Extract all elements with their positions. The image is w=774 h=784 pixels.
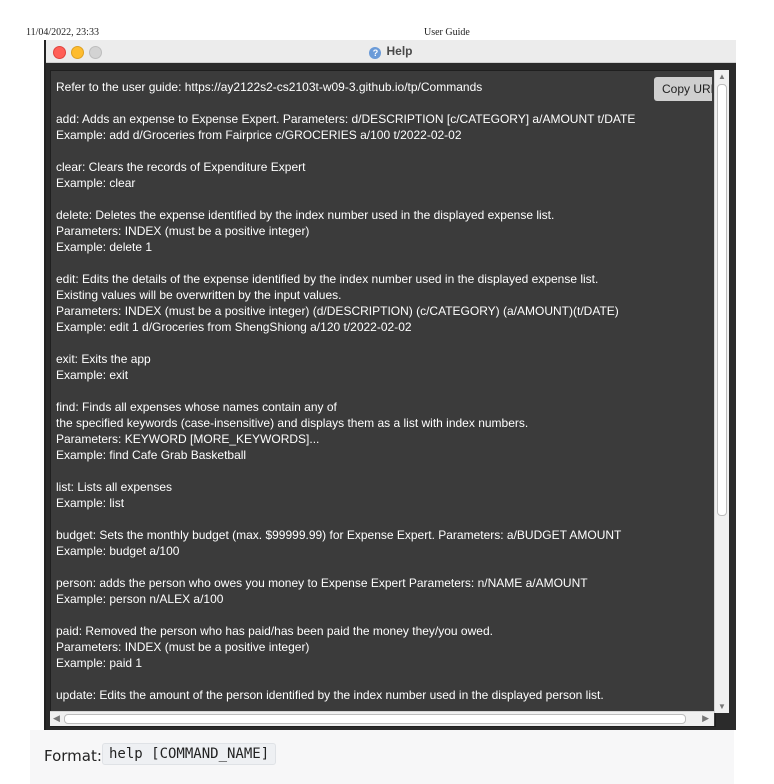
print-header: 11/04/2022, 23:33 User Guide bbox=[0, 22, 774, 38]
help-text-line: person: adds the person who owes you mon… bbox=[56, 576, 588, 590]
help-text-line: budget: Sets the monthly budget (max. $9… bbox=[56, 528, 622, 542]
help-text-line bbox=[56, 255, 696, 271]
help-text-line: list: Lists all expenses bbox=[56, 480, 173, 494]
help-text-area: Refer to the user guide: https://ay2122s… bbox=[56, 79, 696, 703]
copy-url-button[interactable]: Copy URL bbox=[654, 77, 712, 101]
help-content-pane[interactable]: Refer to the user guide: https://ay2122s… bbox=[50, 70, 716, 727]
vertical-scroll-thumb[interactable] bbox=[717, 84, 727, 516]
horizontal-scrollbar[interactable]: ◀ ▶ bbox=[50, 711, 714, 726]
format-bar: Format: help [COMMAND_NAME] bbox=[30, 730, 734, 784]
help-window: ? Help Refer to the user guide: https://a… bbox=[44, 40, 736, 730]
format-label: Format: bbox=[44, 747, 102, 765]
help-text-line bbox=[56, 463, 696, 479]
help-text-line: delete: Deletes the expense identified b… bbox=[56, 208, 555, 222]
print-doc-title: User Guide bbox=[424, 27, 470, 38]
scroll-up-arrow-icon[interactable]: ▲ bbox=[718, 72, 726, 81]
help-text-line: Existing values will be overwritten by t… bbox=[56, 288, 342, 302]
help-icon: ? bbox=[369, 47, 382, 59]
scroll-left-arrow-icon[interactable]: ◀ bbox=[53, 713, 60, 724]
scroll-right-arrow-icon[interactable]: ▶ bbox=[702, 713, 709, 724]
help-text-line bbox=[56, 335, 696, 351]
help-text-line: edit: Edits the details of the expense i… bbox=[56, 272, 599, 286]
help-text-line bbox=[56, 383, 696, 399]
scroll-down-arrow-icon[interactable]: ▼ bbox=[718, 702, 726, 711]
help-text-line: Example: delete 1 bbox=[56, 240, 153, 254]
window-title: ? Help bbox=[46, 43, 736, 59]
help-text-line: Example: list bbox=[56, 496, 125, 510]
help-text-line: Example: person n/ALEX a/100 bbox=[56, 592, 224, 606]
help-text-line bbox=[56, 607, 696, 623]
help-text-line: add: Adds an expense to Expense Expert. … bbox=[56, 112, 636, 126]
help-text-line: Parameters: INDEX (must be a positive in… bbox=[56, 224, 310, 238]
help-text-line: update: Edits the amount of the person i… bbox=[56, 688, 604, 702]
help-text-line: Example: paid 1 bbox=[56, 656, 143, 670]
window-title-text: Help bbox=[386, 44, 413, 58]
help-text-line: the specified keywords (case-insensitive… bbox=[56, 416, 529, 430]
help-text-line bbox=[56, 191, 696, 207]
help-text-line: Example: exit bbox=[56, 368, 129, 382]
help-text-line: Example: edit 1 d/Groceries from ShengSh… bbox=[56, 320, 412, 334]
help-text-line bbox=[56, 143, 696, 159]
help-text-line: exit: Exits the app bbox=[56, 352, 151, 366]
help-text-line: Example: find Cafe Grab Basketball bbox=[56, 448, 247, 462]
help-text-line: clear: Clears the records of Expenditure… bbox=[56, 160, 306, 174]
help-text-line: Parameters: INDEX (must be a positive in… bbox=[56, 304, 619, 318]
help-text-line bbox=[56, 559, 696, 575]
help-text-line: Example: budget a/100 bbox=[56, 544, 180, 558]
help-text-line bbox=[56, 671, 696, 687]
help-text-line: paid: Removed the person who has paid/ha… bbox=[56, 624, 493, 638]
help-text-line: Example: clear bbox=[56, 176, 136, 190]
format-command-code: help [COMMAND_NAME] bbox=[102, 743, 277, 765]
help-text-line: find: Finds all expenses whose names con… bbox=[56, 400, 337, 414]
print-datetime: 11/04/2022, 23:33 bbox=[26, 27, 99, 38]
window-titlebar[interactable]: ? Help bbox=[46, 40, 736, 63]
help-text-line bbox=[56, 511, 696, 527]
help-text-line: Parameters: KEYWORD [MORE_KEYWORDS]... bbox=[56, 432, 320, 446]
help-text-line bbox=[56, 95, 696, 111]
help-text-line: Parameters: INDEX (must be a positive in… bbox=[56, 640, 310, 654]
horizontal-scroll-thumb[interactable] bbox=[64, 714, 686, 724]
help-text-line: Refer to the user guide: https://ay2122s… bbox=[56, 80, 483, 94]
help-text-line: Example: add d/Groceries from Fairprice … bbox=[56, 128, 462, 142]
vertical-scrollbar[interactable]: ▲ ▼ bbox=[714, 70, 729, 713]
